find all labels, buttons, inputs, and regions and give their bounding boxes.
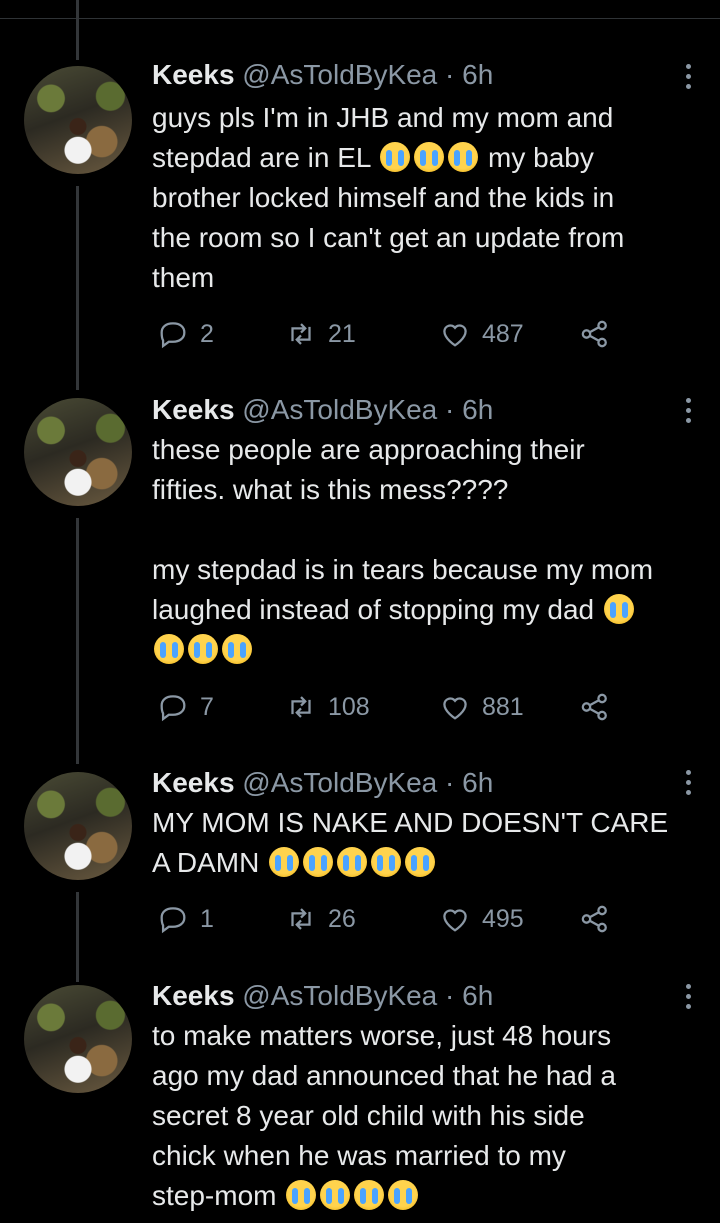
tweet-actions: 7 108 881: [152, 690, 622, 724]
separator: ·: [445, 59, 455, 90]
tweet-text: these people are approaching their fifti…: [152, 430, 700, 670]
loudly-crying-face-icon: [303, 847, 334, 877]
reply-count: 7: [200, 692, 214, 721]
separator: ·: [445, 767, 455, 798]
share-button[interactable]: [578, 690, 612, 724]
tweet-header: Keeks @AsToldByKea · 6h: [152, 58, 493, 92]
reply-count: 2: [200, 319, 214, 348]
more-options-icon[interactable]: [686, 398, 692, 428]
tweet-header: Keeks @AsToldByKea · 6h: [152, 979, 493, 1013]
loudly-crying-face-icon: [414, 142, 445, 172]
tweet-header: Keeks @AsToldByKea · 6h: [152, 766, 493, 800]
loudly-crying-face-icon: [320, 1180, 351, 1210]
loudly-crying-face-icon: [603, 594, 634, 624]
avatar[interactable]: [24, 66, 132, 174]
tweet-text: guys pls I'm in JHB and my mom and stepd…: [152, 98, 700, 298]
like-count: 487: [482, 319, 524, 348]
loudly-crying-face-icon: [188, 634, 218, 664]
share-icon: [581, 320, 607, 348]
tweet-header: Keeks @AsToldByKea · 6h: [152, 393, 493, 427]
retweet-count: 21: [328, 319, 356, 348]
reply-count: 1: [200, 904, 214, 933]
loudly-crying-face-icon: [388, 1180, 419, 1210]
tweet-text-part: to make matters worse, just 48 hours ago…: [152, 1020, 616, 1211]
share-icon: [581, 905, 607, 933]
user-handle[interactable]: @AsToldByKea: [242, 394, 437, 425]
loudly-crying-face-icon: [380, 142, 411, 172]
display-name[interactable]: Keeks: [152, 59, 235, 90]
avatar[interactable]: [24, 772, 132, 880]
like-button[interactable]: 495: [438, 902, 524, 936]
like-button[interactable]: 487: [438, 317, 524, 351]
heart-icon: [443, 909, 467, 932]
loudly-crying-face-icon: [448, 142, 479, 172]
loudly-crying-face-icon: [405, 847, 436, 877]
display-name[interactable]: Keeks: [152, 767, 235, 798]
top-divider: [0, 18, 720, 19]
reply-icon: [160, 695, 186, 722]
reply-button[interactable]: 7: [156, 690, 214, 724]
like-button[interactable]: 881: [438, 690, 524, 724]
share-button[interactable]: [578, 902, 612, 936]
share-button[interactable]: [578, 317, 612, 351]
avatar[interactable]: [24, 398, 132, 506]
timestamp[interactable]: 6h: [462, 980, 493, 1011]
display-name[interactable]: Keeks: [152, 980, 235, 1011]
timestamp[interactable]: 6h: [462, 767, 493, 798]
reply-button[interactable]: 2: [156, 317, 214, 351]
loudly-crying-face-icon: [354, 1180, 385, 1210]
retweet-button[interactable]: 26: [284, 902, 356, 936]
retweet-count: 26: [328, 904, 356, 933]
retweet-icon: [291, 323, 311, 345]
thread-connector-line: [76, 0, 79, 60]
retweet-button[interactable]: 108: [284, 690, 370, 724]
loudly-crying-face-icon: [222, 634, 252, 664]
like-count: 495: [482, 904, 524, 933]
like-count: 881: [482, 692, 524, 721]
more-options-icon[interactable]: [686, 770, 692, 800]
retweet-icon: [291, 696, 311, 718]
more-options-icon[interactable]: [686, 984, 692, 1014]
separator: ·: [445, 394, 455, 425]
timestamp[interactable]: 6h: [462, 59, 493, 90]
timestamp[interactable]: 6h: [462, 394, 493, 425]
thread-connector-line: [76, 518, 79, 764]
loudly-crying-face-icon: [154, 634, 184, 664]
loudly-crying-face-icon: [269, 847, 300, 877]
heart-icon: [443, 324, 467, 347]
display-name[interactable]: Keeks: [152, 394, 235, 425]
tweet-text-part: these people are approaching their fifti…: [152, 434, 654, 625]
reply-icon: [160, 322, 186, 349]
loudly-crying-face-icon: [337, 847, 368, 877]
more-options-icon[interactable]: [686, 64, 692, 94]
loudly-crying-face-icon: [286, 1180, 317, 1210]
heart-icon: [443, 697, 467, 720]
tweet-actions: 1 26 495: [152, 902, 622, 936]
reply-button[interactable]: 1: [156, 902, 214, 936]
user-handle[interactable]: @AsToldByKea: [242, 59, 437, 90]
user-handle[interactable]: @AsToldByKea: [242, 767, 437, 798]
thread-connector-line: [76, 892, 79, 982]
retweet-count: 108: [328, 692, 370, 721]
reply-icon: [160, 907, 186, 934]
tweet-text: to make matters worse, just 48 hours ago…: [152, 1016, 700, 1216]
retweet-button[interactable]: 21: [284, 317, 356, 351]
tweet-text: MY MOM IS NAKE AND DOESN'T CARE A DAMN: [152, 803, 700, 883]
thread-connector-line: [76, 186, 79, 390]
retweet-icon: [291, 908, 311, 930]
tweet-actions: 2 21 487: [152, 317, 622, 351]
separator: ·: [445, 980, 455, 1011]
loudly-crying-face-icon: [371, 847, 402, 877]
share-icon: [581, 693, 607, 721]
avatar[interactable]: [24, 985, 132, 1093]
user-handle[interactable]: @AsToldByKea: [242, 980, 437, 1011]
